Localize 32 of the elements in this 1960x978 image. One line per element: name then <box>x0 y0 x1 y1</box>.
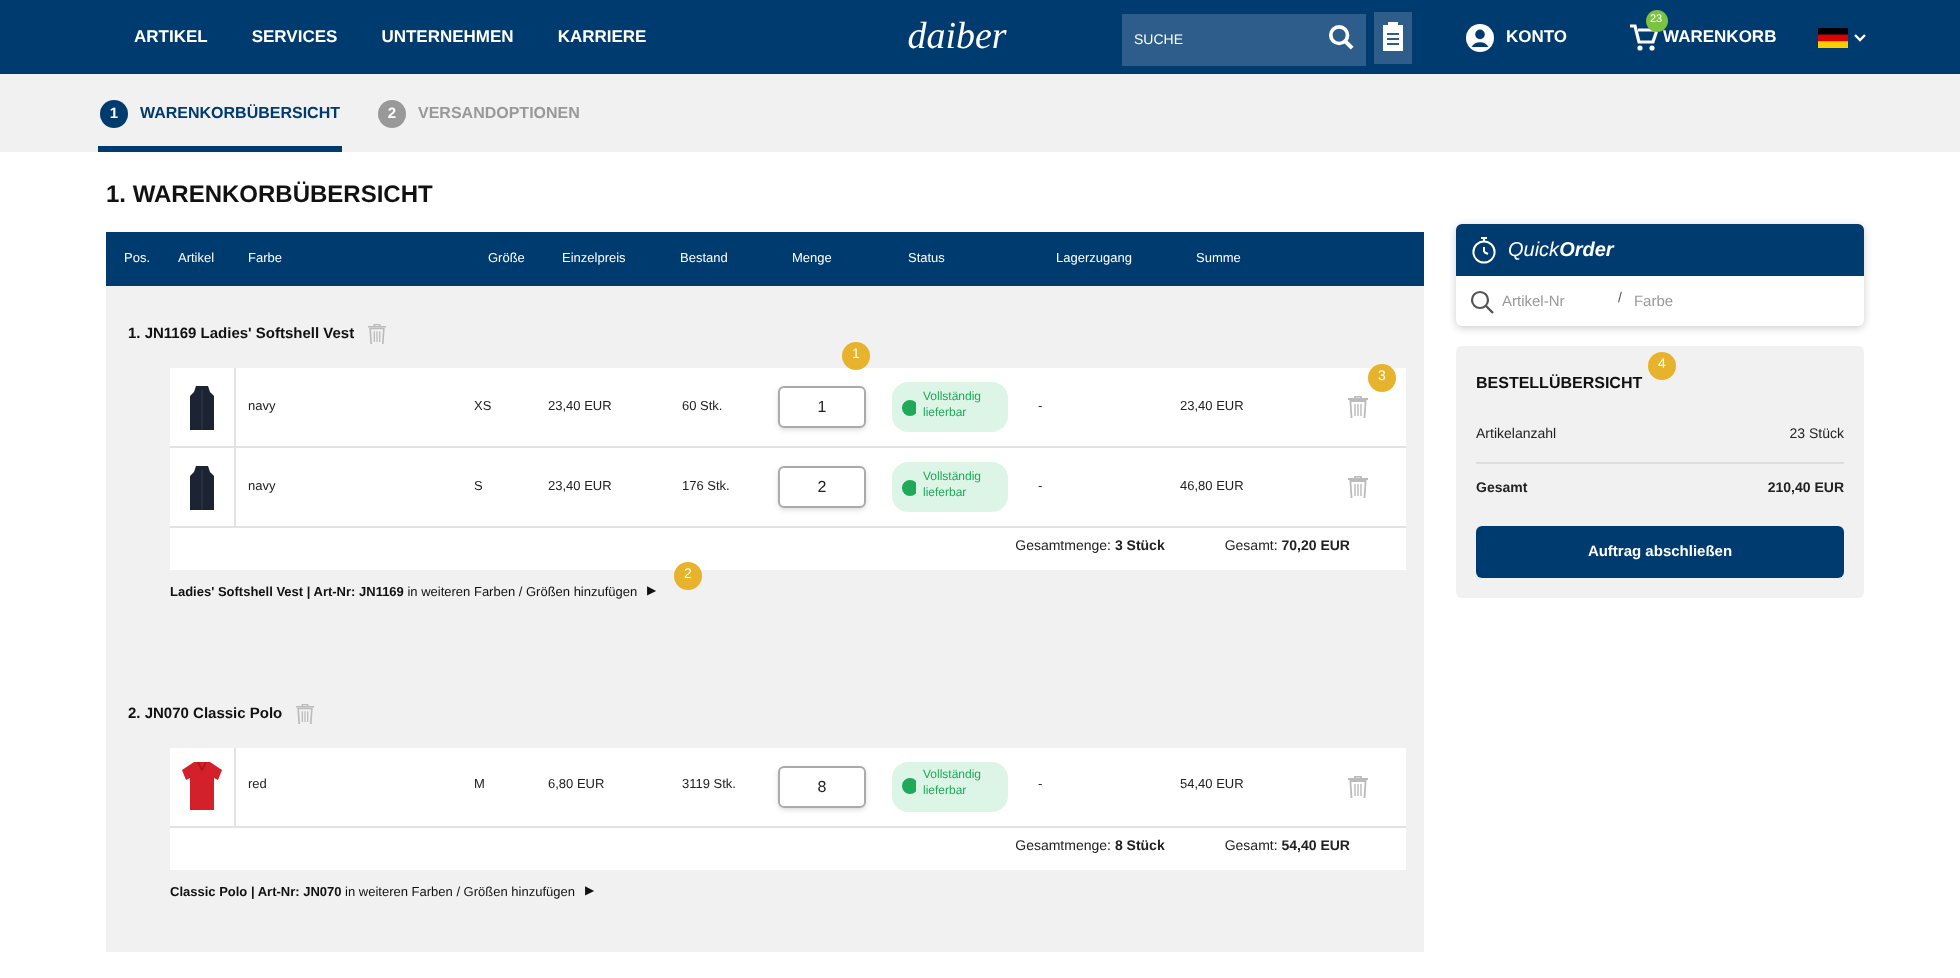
step-label: WARENKORBÜBERSICHT <box>140 101 340 125</box>
summary-title: BESTELLÜBERSICHT <box>1476 372 1645 396</box>
cart-icon <box>1629 23 1658 51</box>
nav-link[interactable]: SERVICES <box>251 24 338 50</box>
trash-icon[interactable] <box>1348 395 1368 419</box>
search-icon[interactable] <box>1328 24 1354 50</box>
flag-icon <box>1818 27 1849 47</box>
trash-icon[interactable] <box>1348 475 1368 499</box>
quantity-field[interactable]: 1 <box>778 386 866 428</box>
language-selector[interactable] <box>1818 27 1867 47</box>
clipboard-button[interactable] <box>1374 11 1412 63</box>
search-icon <box>1470 289 1494 313</box>
quantity-field[interactable]: 8 <box>778 765 866 808</box>
quick-order-title: QuickOrder <box>1508 237 1614 265</box>
chevron-down-icon <box>1854 33 1867 41</box>
stopwatch-icon <box>1470 236 1498 264</box>
page-title: 1. WARENKORBÜBERSICHT <box>106 178 435 212</box>
nav-link[interactable]: KARRIERE <box>557 24 647 50</box>
nav-link[interactable]: ARTIKEL <box>134 24 208 50</box>
clipboard-icon <box>1382 22 1404 52</box>
trash-icon[interactable] <box>1348 775 1368 798</box>
user-icon <box>1466 23 1494 51</box>
trash-icon[interactable] <box>296 703 315 724</box>
quantity-field[interactable]: 2 <box>778 466 866 508</box>
step-label: VERSANDOPTIONEN <box>418 101 580 125</box>
polo-shirt-icon <box>182 762 222 811</box>
vest-icon <box>188 385 216 429</box>
logo[interactable]: daiber <box>720 18 1122 56</box>
trash-icon[interactable] <box>368 323 387 345</box>
nav-link[interactable]: UNTERNEHMEN <box>381 24 514 50</box>
account-link[interactable]: KONTO <box>1466 23 1568 51</box>
vest-icon <box>188 465 216 509</box>
